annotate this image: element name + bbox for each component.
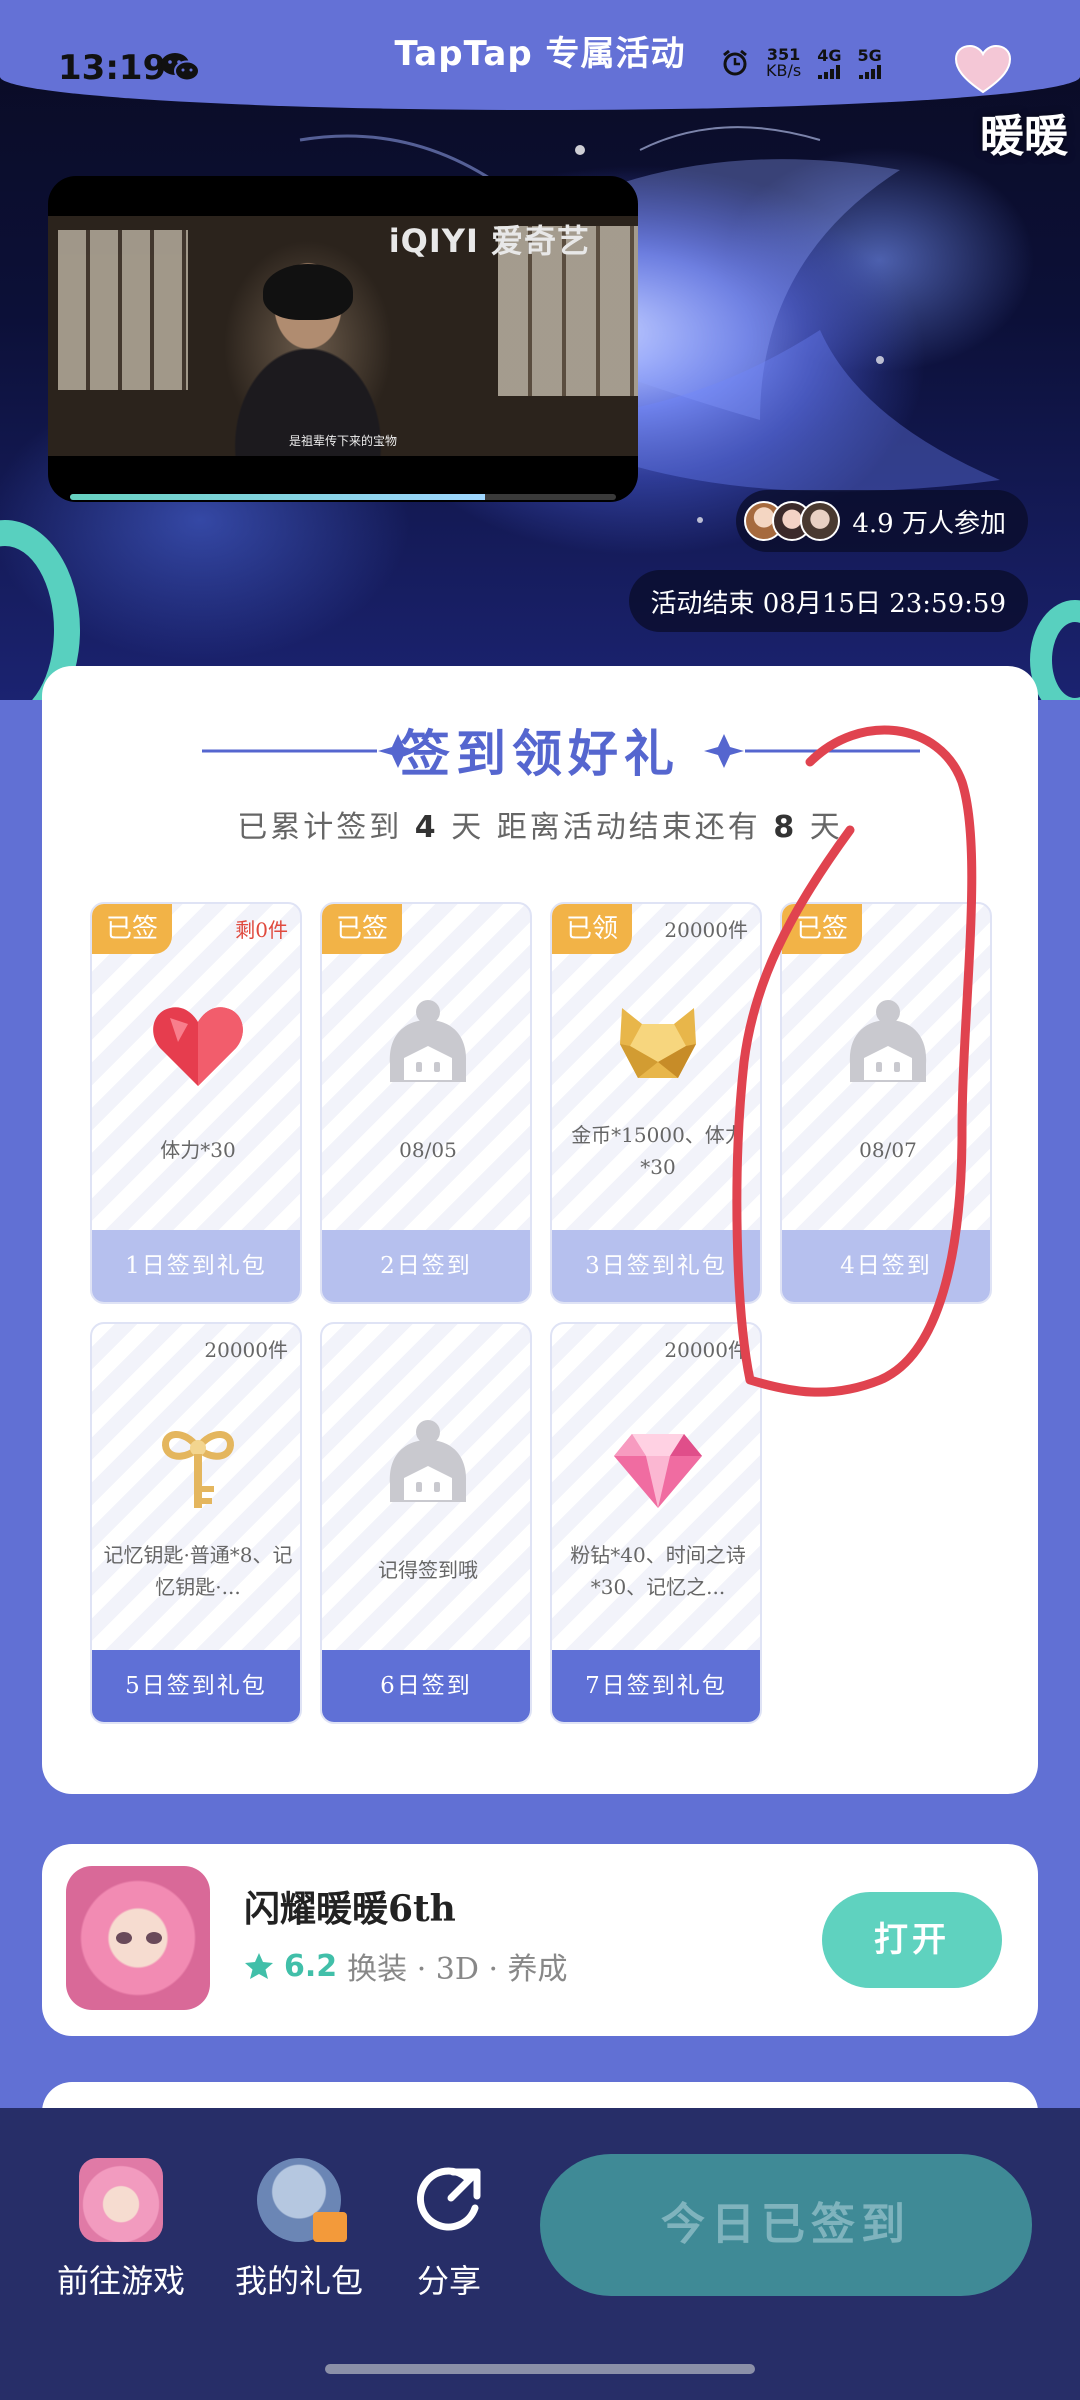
my-gifts-button[interactable]: 我的礼包 [224,2158,374,2302]
checkin-day-7[interactable]: 20000件 粉钻*40、时间之诗*30、记忆之... 7日签到礼包 [550,1322,762,1724]
checkin-day-5[interactable]: 20000件 记忆钥匙·普通*8、记忆钥匙·... 5日签到礼包 [90,1322,302,1724]
day-label: 3日签到礼包 [552,1230,760,1302]
status-badge: 已签 [322,904,403,954]
reward-description: 粉钻*40、时间之诗*30、记忆之... [570,1543,746,1599]
star-icon [245,1953,273,1979]
go-to-game-label: 前往游戏 [56,2262,185,2300]
signal-label: 5G [857,46,882,65]
game-rating: 6.2 [284,1948,338,1984]
stock-count: 20000件 [664,1338,748,1362]
game-app-icon[interactable] [66,1866,210,2010]
gold-coin-icon [620,1008,696,1078]
status-icons: 351 KB/s 4G 5G [720,46,882,79]
checkin-day-6[interactable]: 记得签到哦 6日签到 [320,1322,532,1724]
sub-suffix: 天 [809,810,843,845]
key-icon [162,1431,234,1508]
video-progress-bar[interactable] [70,494,616,500]
day-label: 6日签到 [322,1650,530,1722]
placeholder-character-icon [389,1420,467,1502]
my-gifts-label: 我的礼包 [234,2262,363,2300]
participants-text: 4.9 万人参加 [852,508,1006,539]
participant-avatars [744,501,841,541]
event-end-time: 活动结束 08月15日 23:59:59 [628,570,1028,632]
hero-banner: 13:19 TapTap 专属活动 351 KB/s 4G 5G 暖暖 iQIY… [0,0,1080,700]
remaining-days: 8 [773,810,798,845]
checkin-day-4[interactable]: 已签 08/07 4日签到 [780,902,992,1304]
stock-count: 20000件 [204,1338,288,1362]
reward-description: 体力*30 [160,1138,236,1162]
network-speed: 351 KB/s [766,46,802,80]
reward-description: 金币*15000、体力*30 [571,1123,745,1179]
game-meta: 6.2 换装 · 3D · 养成 [244,1944,568,1988]
checkin-day-1[interactable]: 已签 剩0件 体力*30 1日签到礼包 [90,902,302,1304]
day-label: 1日签到礼包 [92,1230,300,1302]
reward-description: 记忆钥匙·普通*8、记忆钥匙·... [103,1543,293,1599]
day-label: 7日签到礼包 [552,1650,760,1722]
reward-description: 08/05 [399,1138,457,1162]
signal-bars-icon [858,65,881,79]
video-player[interactable]: iQIYI 爱奇艺 是祖辈传下来的宝物 [48,176,638,502]
sub-prefix: 已累计签到 [237,810,403,845]
checkin-day-3[interactable]: 已领 20000件 金币*15000、体力*30 3日签到礼包 [550,902,762,1304]
page-title: TapTap 专属活动 [394,34,686,74]
video-subtitle: 是祖辈传下来的宝物 [288,434,397,448]
day-label: 5日签到礼包 [92,1650,300,1722]
gift-icon [257,2158,347,2242]
signal-label: 4G [817,46,842,65]
alarm-icon [723,49,747,75]
scene-mask [263,264,353,320]
game-logo-text: 暖暖 [980,111,1068,162]
video-watermark: iQIYI 爱奇艺 [388,222,590,260]
scene-window [58,230,188,390]
signal-bars-icon [818,65,841,79]
day-label: 2日签到 [322,1230,530,1302]
status-badge: 已签 [782,904,863,954]
avatar [800,501,841,541]
net-speed-unit: KB/s [766,60,802,80]
go-to-game-button[interactable]: 前往游戏 [46,2158,196,2302]
open-game-button[interactable]: 打开 [822,1892,1002,1988]
stock-count: 20000件 [664,918,748,942]
share-button[interactable]: 分享 [374,2158,524,2302]
icon-eye [146,1932,162,1944]
checkin-card: 签到领好礼 已累计签到 4 天 距离活动结束还有 8 天 已签 剩0件 体力*3… [42,666,1038,1794]
game-card: 闪耀暖暖6th 6.2 换装 · 3D · 养成 打开 [42,1844,1038,2036]
title-decoration-right [704,734,920,768]
game-avatar-icon [79,2158,163,2242]
participants-badge: 4.9 万人参加 [736,490,1028,552]
reward-description: 记得签到哦 [378,1558,478,1582]
share-label: 分享 [416,2262,481,2300]
stock-count: 剩0件 [235,918,288,942]
game-tags: 换装 · 3D · 养成 [347,1952,568,1987]
checked-days: 4 [414,810,439,845]
status-badge: 已签 [92,904,173,954]
day-label: 4日签到 [782,1230,990,1302]
heart-icon[interactable] [954,44,1012,94]
video-progress-fill [70,494,485,500]
share-icon [416,2167,481,2231]
bottom-action-bar: 前往游戏 我的礼包 分享 今日已签到 [0,2108,1080,2400]
placeholder-character-icon [849,1000,927,1082]
game-logo: 暖暖 [980,100,1068,164]
signal-5g: 5G [857,46,882,79]
icon-eye [116,1932,132,1944]
end-time-text: 活动结束 08月15日 23:59:59 [650,588,1006,619]
status-badge: 已领 [552,904,633,954]
reward-description: 08/07 [859,1138,917,1162]
pink-diamond-icon [614,1434,702,1508]
signal-4g: 4G [817,46,841,79]
heart-icon [153,1007,243,1086]
game-name: 闪耀暖暖6th [244,1888,456,1930]
placeholder-character-icon [389,1000,467,1082]
home-indicator[interactable] [325,2364,755,2374]
checkin-day-2[interactable]: 已签 08/05 2日签到 [320,902,532,1304]
sub-middle: 天 距离活动结束还有 [451,810,761,845]
checkin-progress-text: 已累计签到 4 天 距离活动结束还有 8 天 [42,802,1038,846]
signed-today-button[interactable]: 今日已签到 [540,2154,1032,2296]
